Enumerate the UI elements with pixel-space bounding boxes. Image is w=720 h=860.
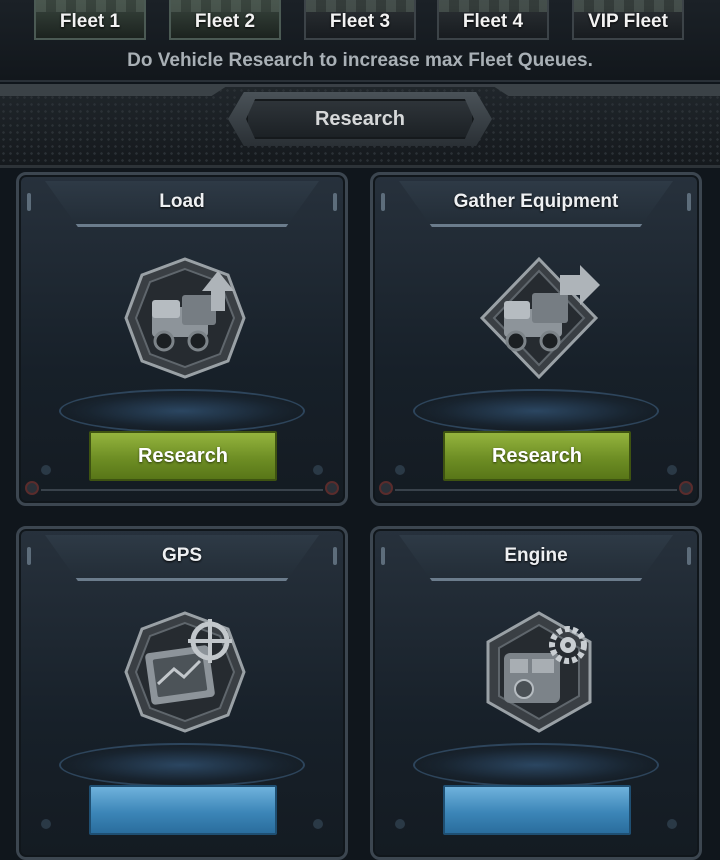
- fleet-tabs-bar: Fleet 1 Fleet 2 Fleet 3 Fleet 4 VIP Flee…: [0, 0, 720, 82]
- fleet-tab-label: Fleet 4: [462, 11, 524, 32]
- icon-pedestal: [59, 743, 305, 787]
- card-dot: [395, 465, 405, 475]
- research-button-engine[interactable]: [443, 785, 631, 835]
- icon-pedestal: [413, 743, 659, 787]
- research-card-load: Load Research: [16, 172, 348, 506]
- research-button-gps[interactable]: [89, 785, 277, 835]
- research-card-gather-equipment: Gather Equipment Research: [370, 172, 702, 506]
- card-footer-line: [41, 489, 323, 491]
- engine-gear-icon[interactable]: [476, 609, 602, 735]
- fleet-tab-label: Fleet 2: [194, 11, 256, 32]
- section-title: Research: [246, 99, 474, 139]
- fleet-tab-label: Fleet 3: [329, 11, 391, 32]
- fleet-tab-vip[interactable]: VIP Fleet: [572, 0, 684, 40]
- fleet-tab-1[interactable]: Fleet 1: [34, 0, 146, 40]
- fleet-queue-hint: Do Vehicle Research to increase max Flee…: [127, 50, 593, 71]
- card-dot: [667, 819, 677, 829]
- card-dot: [395, 819, 405, 829]
- fleet-tab-label: VIP Fleet: [588, 11, 668, 32]
- card-title: Engine: [504, 545, 568, 566]
- research-button-gather-equipment[interactable]: Research: [443, 431, 631, 481]
- card-dot: [667, 465, 677, 475]
- truck-load-icon[interactable]: [122, 255, 248, 381]
- research-card-engine: Engine: [370, 526, 702, 860]
- icon-pedestal: [59, 389, 305, 433]
- card-dot: [313, 819, 323, 829]
- icon-pedestal: [413, 389, 659, 433]
- card-bolt: [379, 481, 393, 495]
- card-bolt: [679, 481, 693, 495]
- card-title: Load: [159, 191, 205, 212]
- card-title: GPS: [161, 545, 203, 566]
- fleet-tab-4[interactable]: Fleet 4: [437, 0, 549, 40]
- card-footer-line: [395, 489, 677, 491]
- gps-device-icon[interactable]: [122, 609, 248, 735]
- fleet-tab-2[interactable]: Fleet 2: [169, 0, 281, 40]
- truck-gather-icon[interactable]: [476, 255, 602, 381]
- card-dot: [41, 465, 51, 475]
- research-card-gps: GPS: [16, 526, 348, 860]
- card-title: Gather Equipment: [453, 191, 619, 212]
- card-dot: [41, 819, 51, 829]
- card-bolt: [325, 481, 339, 495]
- research-button-load[interactable]: Research: [89, 431, 277, 481]
- fleet-tab-label: Fleet 1: [59, 11, 121, 32]
- fleet-tab-3[interactable]: Fleet 3: [304, 0, 416, 40]
- card-bolt: [25, 481, 39, 495]
- card-dot: [313, 465, 323, 475]
